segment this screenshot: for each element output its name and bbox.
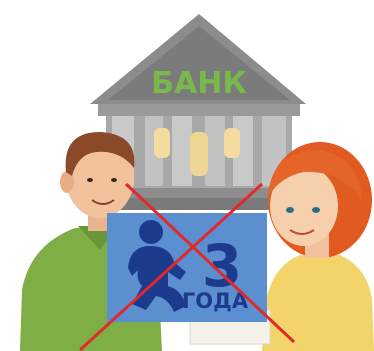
woman-right-eye	[312, 207, 320, 213]
woman-figure	[262, 142, 374, 351]
woman-top	[262, 255, 374, 351]
bank-cornice	[98, 104, 300, 116]
age-badge: 3 ГОДА	[107, 213, 267, 322]
illustration: БАНК 3 ГОДА	[0, 0, 374, 351]
man-left-eye	[87, 178, 93, 182]
bank-sign: БАНК	[151, 66, 247, 101]
man-right-eye	[111, 178, 117, 182]
illustration-svg: БАНК 3 ГОДА	[20, 14, 374, 351]
woman-left-eye	[286, 207, 294, 213]
badge-caption: ГОДА	[182, 289, 249, 313]
